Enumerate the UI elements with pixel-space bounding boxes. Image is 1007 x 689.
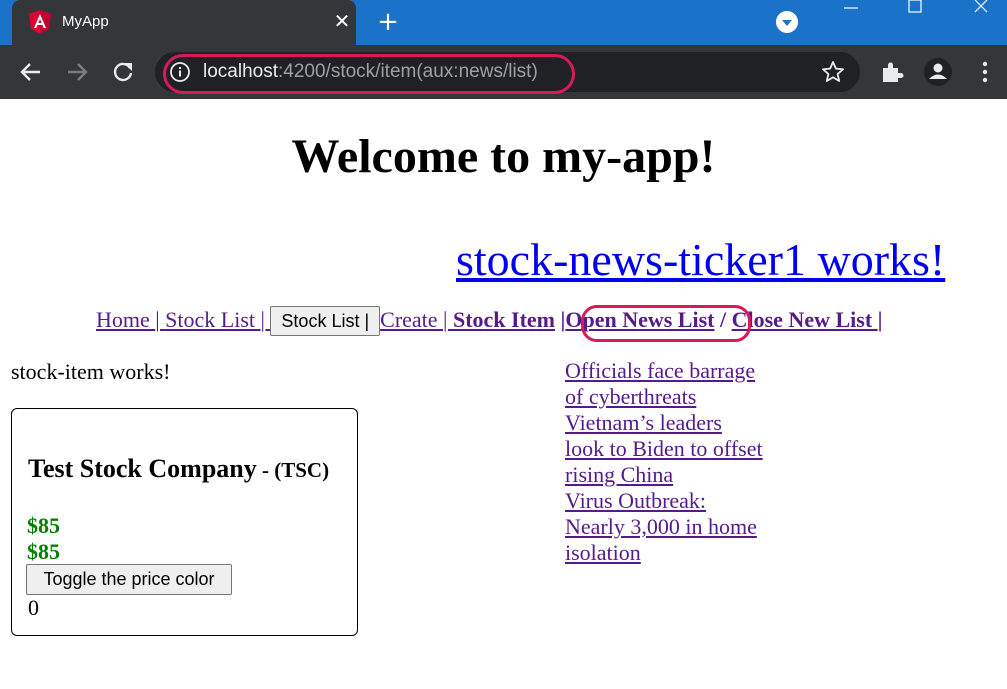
stock-price: $85 <box>27 539 60 564</box>
open-news-highlight-annotation <box>581 305 751 342</box>
toggle-price-color-button[interactable]: Toggle the price color <box>26 564 232 595</box>
nav-separator: | <box>877 307 883 332</box>
stock-price: $85 <box>27 513 60 538</box>
angular-logo-icon <box>29 10 51 34</box>
news-list: Officials face barrage of cyberthreats V… <box>565 358 765 566</box>
nav-separator: | <box>155 307 166 332</box>
stock-card: Test Stock Company - (TSC) $85 $85 Toggl… <box>11 408 358 636</box>
maximize-icon[interactable] <box>892 0 938 20</box>
nav-separator: | <box>260 307 271 332</box>
close-tab-icon[interactable]: ✕ <box>330 9 354 33</box>
new-tab-icon[interactable]: + <box>374 8 402 36</box>
nav-separator: | <box>443 307 453 332</box>
main-nav: Home | Stock List | Stock List | Create |… <box>96 306 883 336</box>
close-window-icon[interactable] <box>958 0 1004 20</box>
menu-kebab-icon[interactable] <box>972 59 998 85</box>
tab-search-icon[interactable] <box>776 11 798 33</box>
browser-tab-bar: MyApp ✕ + <box>0 0 1007 45</box>
stock-name: Test Stock Company <box>28 454 257 483</box>
news-item-link[interactable]: Virus Outbreak: Nearly 3,000 in home iso… <box>565 488 765 566</box>
forward-icon[interactable] <box>64 59 90 85</box>
profile-avatar-icon[interactable] <box>924 58 952 86</box>
nav-create-link[interactable]: Create <box>380 307 443 332</box>
tab-title: MyApp <box>62 13 109 30</box>
url-highlight-annotation <box>163 54 575 94</box>
page-title: Welcome to my-app! <box>291 130 716 183</box>
news-item-link[interactable]: Officials face barrage of cyberthreats <box>565 358 765 410</box>
stock-code: - (TSC) <box>256 458 330 482</box>
nav-home-link[interactable]: Home <box>96 307 155 332</box>
back-icon[interactable] <box>18 59 44 85</box>
nav-stock-item-link[interactable]: Stock Item <box>453 307 555 332</box>
news-item-link[interactable]: Vietnam’s leaders look to Biden to offse… <box>565 410 765 488</box>
stock-item-works-text: stock-item works! <box>11 359 171 384</box>
reload-icon[interactable] <box>110 59 136 85</box>
extensions-icon[interactable] <box>879 59 905 85</box>
stock-title: Test Stock Company - (TSC) <box>28 453 329 486</box>
counter-value: 0 <box>28 595 39 620</box>
stock-list-button[interactable]: Stock List | <box>270 306 381 336</box>
minimize-icon[interactable] <box>828 0 874 20</box>
stock-news-ticker-link[interactable]: stock-news-ticker1 works! <box>456 232 945 288</box>
nav-stock-list-link[interactable]: Stock List <box>165 307 260 332</box>
bookmark-star-icon[interactable] <box>821 60 845 84</box>
nav-separator: | <box>555 307 566 332</box>
nav-close-news-link[interactable]: Close New List <box>732 307 878 332</box>
browser-tab[interactable]: MyApp ✕ <box>12 0 356 45</box>
